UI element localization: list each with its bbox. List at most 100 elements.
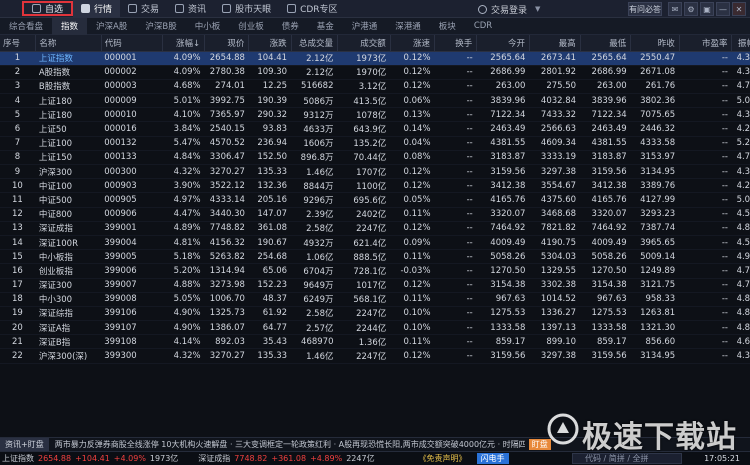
table-row[interactable]: 14 深证100R 399004 4.81% 4156.32 190.67 4932万 621… bbox=[0, 235, 750, 251]
nav-tab-5[interactable]: CDR专区 bbox=[279, 0, 345, 18]
cell-pct: 4.32% bbox=[162, 348, 205, 364]
cell-amt: 1973亿 bbox=[337, 51, 391, 66]
table-row[interactable]: 12 中证800 000906 4.47% 3440.30 147.07 2.39亿 2402… bbox=[0, 207, 750, 222]
cell-prev: 3965.65 bbox=[630, 235, 680, 251]
cell-code: 399107 bbox=[101, 320, 163, 336]
cell-vol: 4932万 bbox=[291, 235, 338, 251]
category-tab-1[interactable]: 指数 bbox=[52, 17, 88, 35]
table-row[interactable]: 22 沪深300(深) 399300 4.32% 3270.27 135.33 1.46亿 2… bbox=[0, 348, 750, 364]
table-row[interactable]: 19 深证综指 399106 4.90% 1325.73 61.92 2.58亿 2247亿 0… bbox=[0, 306, 750, 322]
table-row[interactable]: 21 深证B指 399108 4.14% 892.03 35.43 468970 1.36亿 0… bbox=[0, 334, 750, 350]
sz-index-label[interactable]: 深证成指 bbox=[198, 453, 230, 464]
column-header-13[interactable]: 昨收 bbox=[630, 35, 680, 52]
table-row[interactable]: 9 沪深300 000300 4.32% 3270.27 135.33 1.46亿 1707亿… bbox=[0, 164, 750, 180]
column-header-6[interactable]: 总成交量 bbox=[291, 35, 339, 52]
cell-open: 7122.34 bbox=[476, 107, 530, 123]
flash-trade-button[interactable]: 闪电手 bbox=[476, 453, 509, 464]
help-button[interactable]: 有问必答 bbox=[628, 2, 662, 16]
cell-name: A股指数 bbox=[35, 65, 102, 80]
table-row[interactable]: 18 中小300 399008 5.05% 1006.70 48.37 6249万 568.1… bbox=[0, 292, 750, 307]
close-icon[interactable]: ✕ bbox=[732, 2, 746, 16]
cell-low: 967.63 bbox=[580, 292, 631, 307]
table-row[interactable]: 5 上证180 000010 4.10% 7365.97 290.32 9312万 1078亿… bbox=[0, 107, 750, 123]
category-tab-4[interactable]: 中小板 bbox=[186, 18, 230, 35]
table-row[interactable]: 11 中证500 000905 4.97% 4333.14 205.16 9296万 695.… bbox=[0, 192, 750, 208]
ticker-tag[interactable]: 资讯+盯盘 bbox=[0, 438, 49, 451]
gear-icon[interactable]: ⚙ bbox=[684, 2, 698, 16]
cell-speed: 0.12% bbox=[390, 178, 435, 194]
column-header-3[interactable]: 涨幅↓ bbox=[162, 35, 206, 52]
column-header-1[interactable]: 名称 bbox=[35, 35, 102, 52]
cell-code: 399001 bbox=[101, 221, 163, 236]
category-tab-9[interactable]: 深港通 bbox=[386, 18, 430, 35]
table-row[interactable]: 7 上证100 000132 5.47% 4570.52 236.94 1606万 135.2… bbox=[0, 136, 750, 151]
table-row[interactable]: 13 深证成指 399001 4.89% 7748.82 361.08 2.58亿 2247亿… bbox=[0, 221, 750, 236]
mail-icon[interactable]: ✉ bbox=[668, 2, 682, 16]
table-row[interactable]: 8 上证150 000133 4.84% 3306.47 152.50 896.8万 70.4… bbox=[0, 150, 750, 166]
table-row[interactable]: 16 创业板指 399006 5.20% 1314.94 65.06 6704万 728.1亿… bbox=[0, 263, 750, 279]
column-header-10[interactable]: 今开 bbox=[476, 35, 530, 52]
trade-login[interactable]: 交易登录 ▼ bbox=[478, 0, 540, 18]
cell-low: 3839.96 bbox=[580, 93, 631, 109]
cell-turn: -- bbox=[434, 121, 477, 137]
ticker-message[interactable]: 两市暴力反弹券商股全线涨停 10大机构火速解盘 · 三大变调框定一轮政策红利 ·… bbox=[55, 439, 525, 450]
cell-pe: -- bbox=[679, 292, 732, 307]
table-row[interactable]: 1 上证指数 000001 4.09% 2654.88 104.41 2.12亿 1973亿 0… bbox=[0, 51, 750, 66]
cell-pe: -- bbox=[679, 306, 732, 322]
category-tab-10[interactable]: 板块 bbox=[430, 18, 465, 35]
table-row[interactable]: 15 中小板指 399005 5.18% 5263.82 254.68 1.06亿 888.5… bbox=[0, 249, 750, 265]
category-tab-5[interactable]: 创业板 bbox=[229, 18, 273, 35]
nav-tab-0[interactable]: 自选 bbox=[22, 1, 74, 16]
nav-tab-3[interactable]: 资讯 bbox=[167, 0, 214, 18]
table-row[interactable]: 10 中证100 000903 3.90% 3522.12 132.36 8844万 1100… bbox=[0, 178, 750, 194]
nav-tab-4[interactable]: 股市天眼 bbox=[214, 0, 279, 18]
skin-icon[interactable]: ▣ bbox=[700, 2, 714, 16]
disclaimer-link[interactable]: 《免责声明》 bbox=[419, 453, 467, 464]
minimize-icon[interactable]: — bbox=[716, 2, 730, 16]
category-tab-7[interactable]: 基金 bbox=[308, 18, 343, 35]
column-header-4[interactable]: 现价 bbox=[204, 35, 250, 52]
cell-prev: 3802.36 bbox=[630, 93, 680, 109]
cell-prev: 3121.75 bbox=[630, 278, 680, 293]
category-tab-11[interactable]: CDR bbox=[465, 18, 501, 35]
cell-high: 2801.92 bbox=[529, 65, 581, 80]
table-row[interactable]: 20 深证A指 399107 4.90% 1386.07 64.77 2.57亿 2244亿 0… bbox=[0, 320, 750, 336]
category-tab-3[interactable]: 沪深B股 bbox=[136, 18, 185, 35]
table-row[interactable]: 2 A股指数 000002 4.09% 2780.38 109.30 2.12亿 1970亿 0… bbox=[0, 65, 750, 80]
category-tab-2[interactable]: 沪深A股 bbox=[87, 18, 136, 35]
column-header-12[interactable]: 最低 bbox=[580, 35, 632, 52]
cell-turn: -- bbox=[434, 221, 477, 236]
category-tab-6[interactable]: 债券 bbox=[273, 18, 308, 35]
table-row[interactable]: 4 上证180 000009 5.01% 3992.75 190.39 5086万 413.5… bbox=[0, 93, 750, 109]
column-header-2[interactable]: 代码 bbox=[101, 35, 163, 52]
table-row[interactable]: 6 上证50 000016 3.84% 2540.15 93.83 4633万 643.9亿 0… bbox=[0, 121, 750, 137]
column-header-9[interactable]: 换手 bbox=[434, 35, 478, 52]
nav-tab-label: 自选 bbox=[45, 5, 64, 15]
cell-pct: 4.90% bbox=[162, 306, 205, 322]
sh-index-label[interactable]: 上证指数 bbox=[2, 453, 34, 464]
cell-high: 4032.84 bbox=[529, 93, 581, 109]
nav-tab-label: 股市天眼 bbox=[235, 5, 272, 15]
cell-pe: -- bbox=[679, 79, 732, 95]
column-header-8[interactable]: 涨速 bbox=[390, 35, 436, 52]
column-header-14[interactable]: 市盈率 bbox=[679, 35, 733, 52]
column-header-0[interactable]: 序号 bbox=[0, 35, 37, 52]
cell-pe: -- bbox=[679, 93, 732, 109]
cell-low: 3159.56 bbox=[580, 164, 631, 180]
table-row[interactable]: 3 B股指数 000003 4.68% 274.01 12.25 516682 3.12亿 0.… bbox=[0, 79, 750, 95]
cell-open: 2686.99 bbox=[476, 65, 530, 80]
category-tab-0[interactable]: 综合看盘 bbox=[0, 18, 52, 35]
nav-tab-2[interactable]: 交易 bbox=[120, 0, 167, 18]
nav-tab-1[interactable]: 行情 bbox=[73, 0, 121, 18]
column-header-5[interactable]: 涨跌 bbox=[248, 35, 292, 52]
cell-turn: -- bbox=[434, 164, 477, 180]
cell-low: 3159.56 bbox=[580, 348, 631, 364]
column-header-11[interactable]: 最高 bbox=[529, 35, 581, 52]
cell-amt: 695.6亿 bbox=[337, 192, 391, 208]
table-row[interactable]: 17 深证300 399007 4.88% 3273.98 152.23 9649万 1017… bbox=[0, 278, 750, 293]
column-header-15[interactable]: 振幅 bbox=[731, 35, 750, 52]
column-header-7[interactable]: 成交额 bbox=[337, 35, 391, 52]
cell-price: 1386.07 bbox=[204, 320, 249, 336]
category-tab-8[interactable]: 沪港通 bbox=[343, 18, 387, 35]
cell-code: 000009 bbox=[101, 93, 163, 109]
